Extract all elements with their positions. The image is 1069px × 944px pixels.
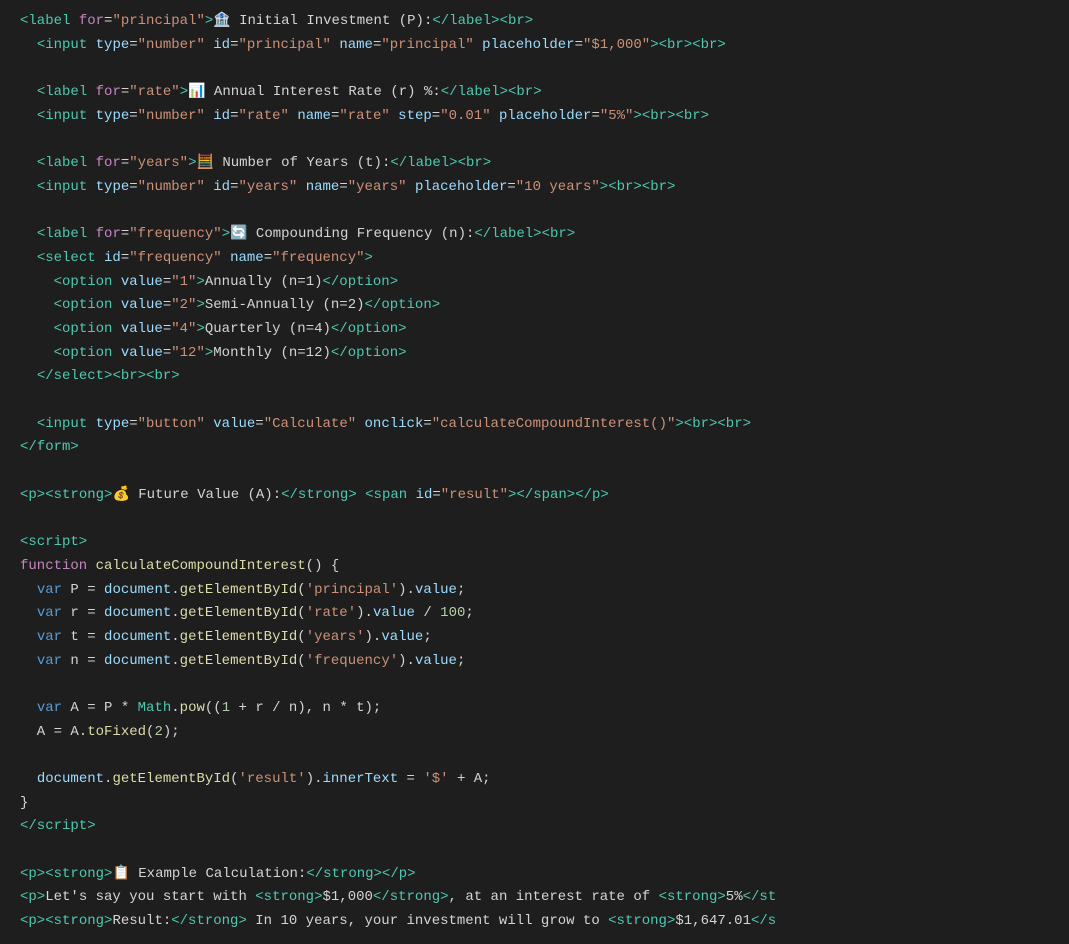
code-line-empty — [0, 460, 1069, 484]
code-line: <label for="rate">📊 Annual Interest Rate… — [0, 81, 1069, 105]
code-line: </script> — [0, 815, 1069, 839]
code-editor: <label for="principal">🏦 Initial Investm… — [0, 0, 1069, 944]
code-line: <option value="1">Annually (n=1)</option… — [0, 271, 1069, 295]
code-line: <label for="principal">🏦 Initial Investm… — [0, 10, 1069, 34]
code-line: var r = document.getElementById('rate').… — [0, 602, 1069, 626]
code-line: </form> — [0, 436, 1069, 460]
tag-open: <label — [20, 13, 70, 29]
code-line: } — [0, 792, 1069, 816]
code-line: <p><strong>💰 Future Value (A):</strong> … — [0, 484, 1069, 508]
code-line: var A = P * Math.pow((1 + r / n), n * t)… — [0, 697, 1069, 721]
code-line-empty — [0, 389, 1069, 413]
code-line: <p><strong>Result:</strong> In 10 years,… — [0, 910, 1069, 934]
attr-value-principal: "principal" — [112, 13, 204, 29]
code-line: <input type="button" value="Calculate" o… — [0, 413, 1069, 437]
code-line: </select><br><br> — [0, 365, 1069, 389]
code-line: <label for="frequency">🔄 Compounding Fre… — [0, 223, 1069, 247]
code-line: <option value="2">Semi-Annually (n=2)</o… — [0, 294, 1069, 318]
attr-for: for — [79, 13, 104, 29]
code-line: document.getElementById('result').innerT… — [0, 768, 1069, 792]
code-line: <input type="number" id="principal" name… — [0, 34, 1069, 58]
code-line: var P = document.getElementById('princip… — [0, 579, 1069, 603]
code-line: <select id="frequency" name="frequency"> — [0, 247, 1069, 271]
code-line-empty — [0, 57, 1069, 81]
code-line: var t = document.getElementById('years')… — [0, 626, 1069, 650]
code-line: <p><strong>📋 Example Calculation:</stron… — [0, 863, 1069, 887]
code-line-empty — [0, 128, 1069, 152]
code-line: <option value="12">Monthly (n=12)</optio… — [0, 342, 1069, 366]
code-line: A = A.toFixed(2); — [0, 721, 1069, 745]
code-line-empty — [0, 673, 1069, 697]
code-line: <script> — [0, 531, 1069, 555]
code-line-empty — [0, 200, 1069, 224]
code-line-empty — [0, 744, 1069, 768]
code-line: var n = document.getElementById('frequen… — [0, 650, 1069, 674]
code-line: <p>Let's say you start with <strong>$1,0… — [0, 886, 1069, 910]
code-line-empty — [0, 839, 1069, 863]
code-line-empty — [0, 507, 1069, 531]
code-line: <label for="years">🧮 Number of Years (t)… — [0, 152, 1069, 176]
code-line: <input type="number" id="rate" name="rat… — [0, 105, 1069, 129]
code-line: <input type="number" id="years" name="ye… — [0, 176, 1069, 200]
code-line-function-def: function calculateCompoundInterest() { — [0, 555, 1069, 579]
code-line: <option value="4">Quarterly (n=4)</optio… — [0, 318, 1069, 342]
